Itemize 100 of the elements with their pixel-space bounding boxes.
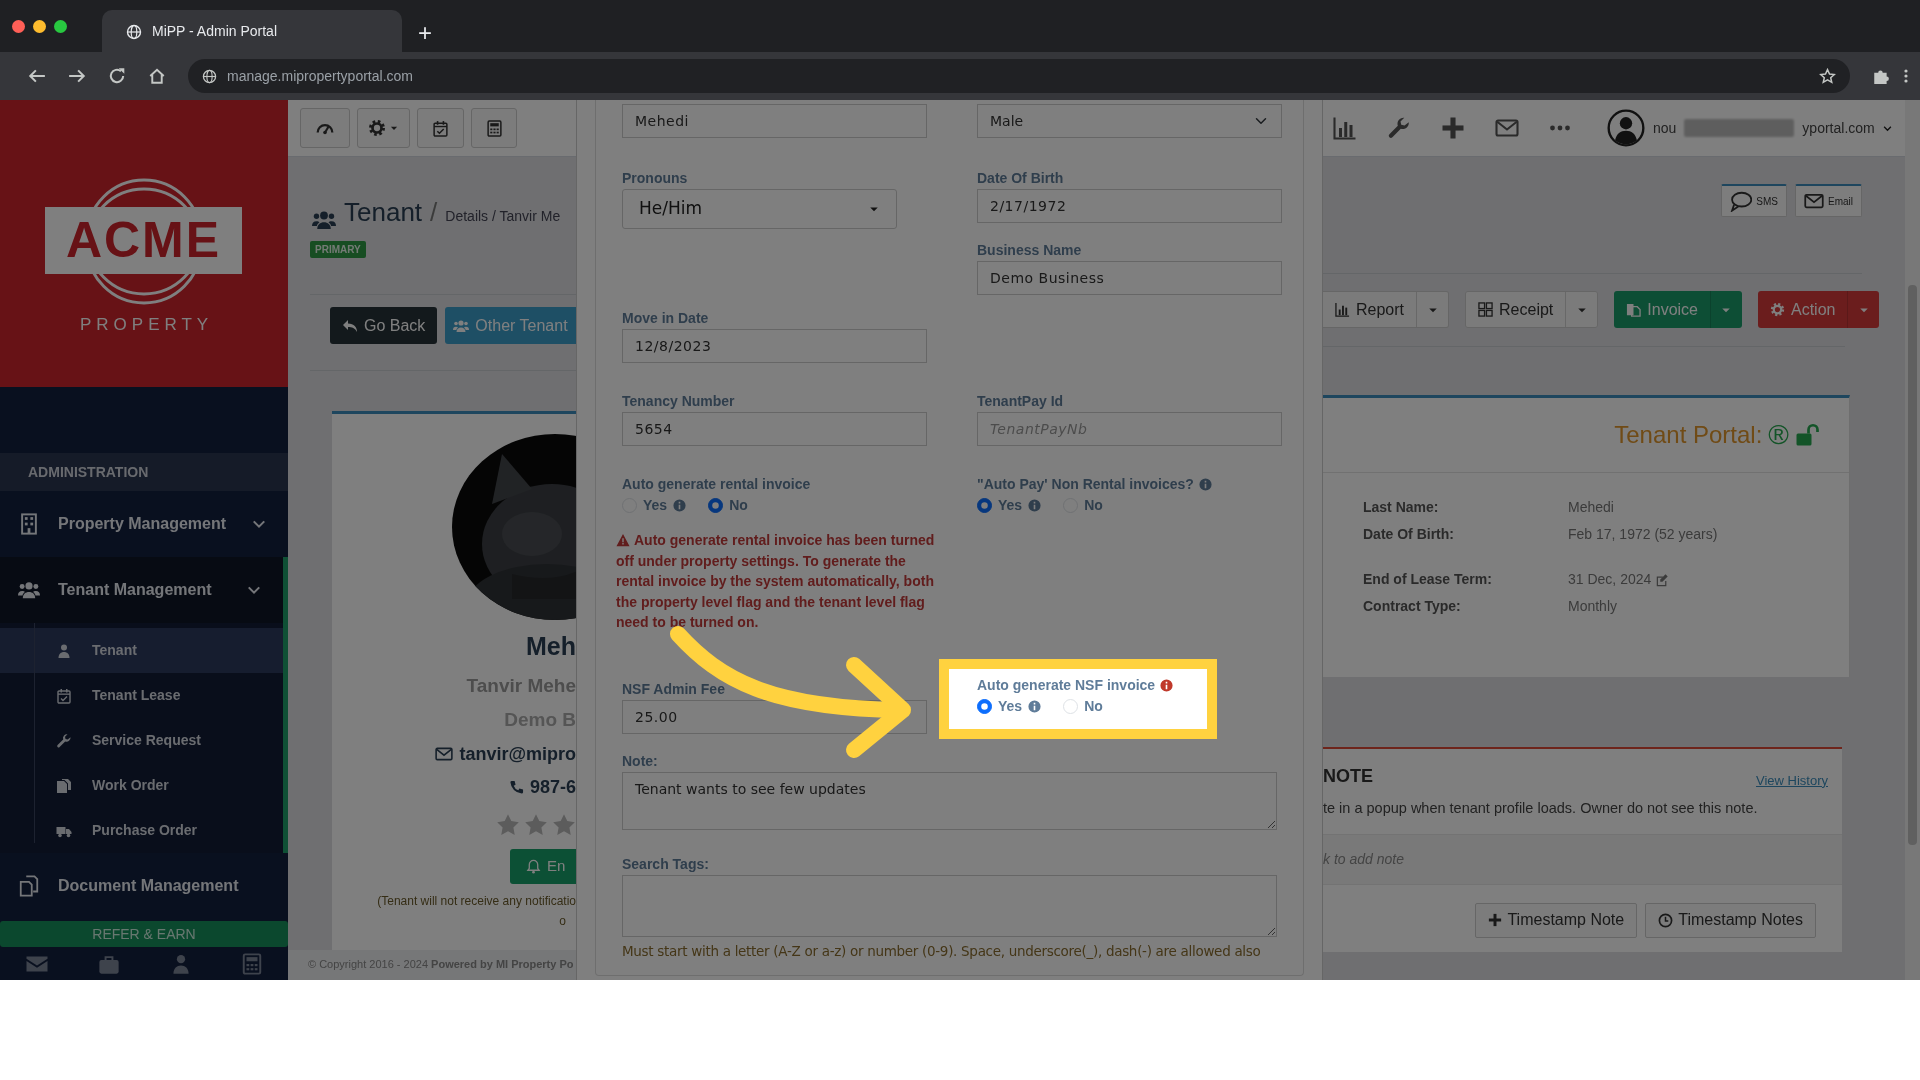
field-label: Move in Date xyxy=(622,310,709,327)
browser-tab[interactable]: MiPP - Admin Portal xyxy=(102,10,402,52)
detail-label: End of Lease Term: xyxy=(1363,570,1493,589)
mail-icon xyxy=(1804,191,1824,211)
sidebar-item[interactable]: Tenant Management xyxy=(0,557,288,623)
field-label: Pronouns xyxy=(622,170,688,187)
input-field[interactable]: 2/17/1972 xyxy=(977,189,1282,223)
detail-label: Last Name: xyxy=(1363,498,1440,517)
sidebar-subitem[interactable]: Tenant xyxy=(0,628,283,673)
pronouns-select[interactable]: He/Him xyxy=(622,189,897,229)
tags-field[interactable] xyxy=(622,874,1277,937)
close-button[interactable] xyxy=(12,20,25,33)
plus-icon xyxy=(1441,116,1465,140)
back-button[interactable] xyxy=(28,67,46,85)
sidebar-subitem[interactable]: Tenant Lease xyxy=(0,673,283,718)
url-text: manage.mipropertyportal.com xyxy=(227,66,413,86)
gear-icon xyxy=(1770,302,1785,317)
files-icon xyxy=(56,777,72,794)
maximize-button[interactable] xyxy=(54,20,67,33)
home-button[interactable] xyxy=(148,67,166,85)
email-button[interactable]: Email xyxy=(1795,184,1862,217)
notice-text: (Tenant will not receive any notificatio xyxy=(377,892,576,910)
gender-select[interactable]: Male xyxy=(977,104,1282,138)
new-tab-button[interactable]: + xyxy=(412,20,438,46)
forward-button[interactable] xyxy=(68,67,86,85)
sidebar-subitem[interactable]: Purchase Order xyxy=(0,808,283,853)
radio-button[interactable] xyxy=(977,498,992,513)
info-icon xyxy=(1160,678,1174,692)
field-label: Auto generate rental invoice xyxy=(622,476,811,493)
separator-text: / xyxy=(430,196,438,229)
action-button[interactable]: Action xyxy=(1758,291,1848,328)
warning-icon xyxy=(616,533,630,547)
input-field[interactable]: Mehedi xyxy=(622,104,927,138)
option-label: Yes xyxy=(998,696,1023,716)
invoice-button[interactable]: Invoice xyxy=(1614,291,1710,328)
calendar-button[interactable] xyxy=(417,108,464,148)
plus-icon xyxy=(1488,913,1503,928)
tools-button[interactable] xyxy=(1387,116,1411,140)
view-history-link[interactable]: View History xyxy=(1756,770,1828,790)
reload-icon xyxy=(108,67,126,85)
refer-button[interactable]: REFER & EARN xyxy=(0,921,288,947)
clock-icon xyxy=(1658,912,1674,928)
sidebar-subitem[interactable]: Service Request xyxy=(0,718,283,763)
dashboard-button[interactable] xyxy=(300,108,350,148)
detail-value: Feb 17, 1972 (52 years) xyxy=(1568,525,1718,544)
wrench-icon xyxy=(56,732,72,749)
dropdown-toggle[interactable] xyxy=(1416,292,1449,327)
input-field[interactable]: 5654 xyxy=(622,412,927,446)
timestamp-button[interactable]: Timestamp Notes xyxy=(1645,902,1816,938)
settings-button[interactable] xyxy=(357,108,410,148)
input-field[interactable]: Demo Business xyxy=(977,261,1282,295)
enable-button[interactable]: En xyxy=(510,848,576,884)
note-field[interactable]: Tenant wants to see few updates xyxy=(622,771,1277,830)
calculator-button[interactable] xyxy=(471,108,517,148)
mail-button[interactable] xyxy=(1495,116,1519,140)
receipt-button[interactable]: Receipt xyxy=(1466,292,1566,327)
extensions-button[interactable] xyxy=(1872,67,1890,85)
report-button[interactable]: Report xyxy=(1323,292,1417,327)
detail-value: 31 Dec, 2024 xyxy=(1568,570,1652,589)
input-field[interactable]: 12/8/2023 xyxy=(622,329,927,363)
sms-button[interactable]: SMS xyxy=(1721,184,1787,217)
field-label: Date Of Birth xyxy=(977,170,1064,187)
avatar-icon xyxy=(1607,109,1645,147)
chart-button[interactable] xyxy=(1333,116,1357,140)
calculator-button[interactable] xyxy=(241,952,264,975)
other-tenant-button[interactable]: Other Tenant xyxy=(445,307,576,344)
user-name: nou xyxy=(1653,118,1677,138)
detail-value: Mehedi xyxy=(1568,498,1614,517)
detail-value: Monthly xyxy=(1568,597,1618,616)
back-arrow-icon xyxy=(28,67,46,85)
sidebar-item[interactable]: Property Management xyxy=(0,491,288,557)
radio-button[interactable] xyxy=(977,698,992,714)
edit-button[interactable] xyxy=(1655,572,1670,587)
browser-menu-button[interactable] xyxy=(1904,68,1908,84)
timestamp-button[interactable]: Timestamp Note xyxy=(1475,902,1638,938)
sidebar-item[interactable]: Document Management xyxy=(0,853,288,919)
dropdown-toggle[interactable] xyxy=(1565,292,1598,327)
calculator-icon xyxy=(485,119,503,137)
radio-button[interactable] xyxy=(708,498,724,513)
add-button[interactable] xyxy=(1441,116,1465,140)
home-icon xyxy=(148,67,166,85)
option-label: No xyxy=(1084,496,1103,515)
scrollbar[interactable] xyxy=(1905,100,1920,980)
forward-arrow-icon xyxy=(68,67,86,85)
sidebar-subitem[interactable]: Work Order xyxy=(0,763,283,808)
more-button[interactable] xyxy=(1549,125,1571,131)
minimize-button[interactable] xyxy=(33,20,46,33)
dropdown-toggle[interactable] xyxy=(1710,291,1742,328)
address-bar[interactable]: manage.mipropertyportal.com xyxy=(188,59,1850,93)
dropdown-toggle[interactable] xyxy=(1847,291,1880,328)
building-icon xyxy=(18,513,40,535)
field-label: Business Name xyxy=(977,242,1082,259)
option-label: Yes xyxy=(643,496,668,515)
reload-button[interactable] xyxy=(108,67,126,85)
bookmark-button[interactable] xyxy=(1819,67,1836,85)
go-back-button[interactable]: Go Back xyxy=(330,307,438,344)
edit-icon xyxy=(1655,572,1670,587)
documents-icon xyxy=(18,875,40,897)
users-icon xyxy=(453,317,470,334)
detail-label: Date Of Birth: xyxy=(1363,525,1455,544)
